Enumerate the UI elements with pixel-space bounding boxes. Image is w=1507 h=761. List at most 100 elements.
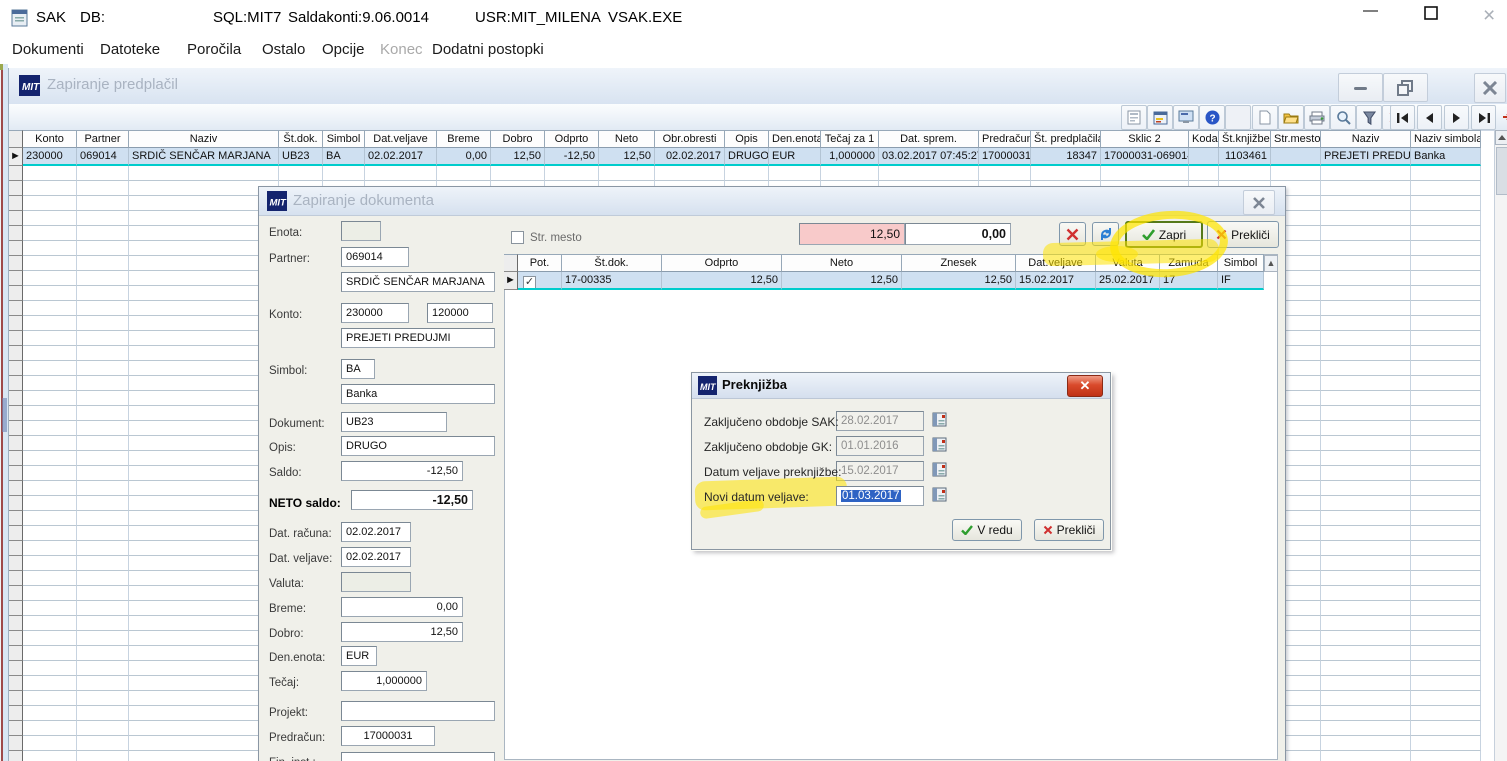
grid-cell[interactable]: 12,50 (599, 148, 655, 166)
search-icon[interactable] (1330, 105, 1356, 130)
doc-close-button[interactable] (1243, 190, 1275, 215)
projekt-field[interactable] (341, 701, 495, 721)
dialog-preklici-button[interactable]: Prekliči (1034, 519, 1104, 541)
str-mesto-checkbox[interactable] (511, 231, 524, 244)
grid-cell[interactable]: 069014 (77, 148, 129, 166)
den-enota-field[interactable]: EUR (341, 646, 377, 666)
grid-cell[interactable]: 02.02.2017 (655, 148, 725, 166)
clear-selection-button[interactable] (1059, 222, 1086, 246)
app-maximize-button[interactable] (1424, 6, 1439, 21)
column-header[interactable]: Dat. sprem. (879, 130, 979, 148)
column-header[interactable]: Znesek (902, 254, 1016, 272)
nav-last-icon[interactable] (1471, 105, 1496, 130)
grid-cell[interactable] (1189, 148, 1219, 166)
column-header[interactable]: Konto (23, 130, 77, 148)
open-folder-icon[interactable] (1278, 105, 1304, 130)
grid-cell[interactable]: IF (1218, 272, 1264, 290)
grid-cell[interactable]: 25.02.2017 (1096, 272, 1160, 290)
nav-first-icon[interactable] (1390, 105, 1415, 130)
column-header[interactable]: Pot. (518, 254, 562, 272)
refresh-button[interactable] (1092, 222, 1119, 246)
nav-next-icon[interactable] (1444, 105, 1469, 130)
menu-item-6[interactable]: Dodatni postopki (432, 41, 544, 58)
calendar-icon[interactable] (932, 486, 948, 503)
column-header[interactable]: Neto (782, 254, 902, 272)
konto-code-field[interactable]: 230000 (341, 303, 409, 323)
column-header[interactable]: Dat.veljave (365, 130, 437, 148)
column-header[interactable]: Simbol (323, 130, 365, 148)
grid-cell[interactable]: 12,50 (491, 148, 545, 166)
grid-cell[interactable]: Banka (1411, 148, 1481, 166)
dat-racuna-field[interactable]: 02.02.2017 (341, 522, 411, 542)
main-grid-scrollbar[interactable] (1494, 130, 1507, 761)
grid-cell[interactable] (1271, 148, 1321, 166)
partner-name-field[interactable]: SRDIČ SENČAR MARJANA (341, 272, 495, 292)
column-header[interactable]: Št.dok. (279, 130, 323, 148)
column-header[interactable]: Naziv (129, 130, 279, 148)
app-close-button[interactable]: × (1483, 4, 1495, 28)
simbol-name-field[interactable]: Banka (341, 384, 495, 404)
grid-cell[interactable]: SRDIČ SENČAR MARJANA (129, 148, 279, 166)
dialog-close-button[interactable]: ✕ (1067, 375, 1103, 397)
v-redu-button[interactable]: V redu (952, 519, 1022, 541)
scrollbar-thumb[interactable] (1496, 147, 1507, 195)
column-header[interactable]: Neto (599, 130, 655, 148)
fin-field[interactable] (341, 752, 495, 761)
grid-cell[interactable]: UB23 (279, 148, 323, 166)
valuta-field[interactable] (341, 572, 411, 592)
card-icon[interactable] (1147, 105, 1173, 130)
partner-code-field[interactable]: 069014 (341, 247, 409, 267)
column-header[interactable]: Dobro (491, 130, 545, 148)
grid-cell-checkbox[interactable]: ✓ (518, 272, 562, 290)
grid-cell[interactable]: 17-00335 (562, 272, 662, 290)
column-header[interactable]: Koda (1189, 130, 1219, 148)
grid-cell[interactable]: 18347 (1031, 148, 1101, 166)
row-checkbox[interactable]: ✓ (523, 276, 536, 288)
app-minimize-button[interactable]: — (1363, 2, 1378, 19)
scrollbar-up-icon[interactable] (1495, 130, 1507, 145)
grid-cell[interactable]: 1,000000 (821, 148, 879, 166)
predracun-field[interactable]: 17000031 (341, 726, 435, 746)
dat-veljave-field[interactable]: 02.02.2017 (341, 547, 411, 567)
novi-datum-field[interactable]: 01.03.2017 (836, 486, 924, 506)
nav-prev-icon[interactable] (1417, 105, 1442, 130)
grid-cell[interactable]: 15.02.2017 (1016, 272, 1096, 290)
column-header[interactable]: Obr.obresti (655, 130, 725, 148)
konto-name-field[interactable]: PREJETI PREDUJMI (341, 328, 495, 348)
column-header[interactable]: Sklic 2 (1101, 130, 1189, 148)
dokument-field[interactable]: UB23 (341, 412, 447, 432)
grid-cell[interactable]: 230000 (23, 148, 77, 166)
grid-cell[interactable]: 12,50 (662, 272, 782, 290)
simbol-code-field[interactable]: BA (341, 359, 375, 379)
grid-cell[interactable]: 12,50 (782, 272, 902, 290)
grid-cell[interactable]: 17 (1160, 272, 1218, 290)
grid-cell[interactable]: 02.02.2017 (365, 148, 437, 166)
print-icon[interactable] (1304, 105, 1330, 130)
exit-door-icon[interactable] (1498, 105, 1507, 128)
zapri-button[interactable]: Zapri (1125, 221, 1203, 248)
mdi-restore-button[interactable] (1383, 73, 1428, 102)
menu-item-4[interactable]: Opcije (322, 41, 365, 58)
grid-cell[interactable]: DRUGO (725, 148, 769, 166)
column-header[interactable]: Predračun (979, 130, 1031, 148)
grid-cell[interactable]: 17000031-069014 (1101, 148, 1189, 166)
monitor-icon[interactable] (1173, 105, 1199, 130)
mdi-close-button[interactable] (1474, 73, 1506, 103)
grid-cell[interactable]: PREJETI PREDUJMI (1321, 148, 1411, 166)
column-header[interactable]: Dat.veljave (1016, 254, 1096, 272)
menu-item-0[interactable]: Dokumenti (12, 41, 84, 58)
doc-preklici-button[interactable]: Prekliči (1207, 221, 1279, 248)
column-header[interactable]: Valuta (1096, 254, 1160, 272)
menu-item-3[interactable]: Ostalo (262, 41, 305, 58)
grid-cell[interactable]: 1103461 (1219, 148, 1271, 166)
grid-cell[interactable]: 12,50 (902, 272, 1016, 290)
grid-cell[interactable]: 0,00 (437, 148, 491, 166)
tecaj-field[interactable]: 1,000000 (341, 671, 427, 691)
grid-cell[interactable]: 03.02.2017 07:45:27 (879, 148, 979, 166)
column-header[interactable]: Št.dok. (562, 254, 662, 272)
column-header[interactable]: Den.enota (769, 130, 821, 148)
column-header[interactable]: Partner (77, 130, 129, 148)
report-icon[interactable] (1121, 105, 1147, 130)
calendar-icon[interactable] (932, 436, 948, 453)
column-header[interactable]: Odprto (662, 254, 782, 272)
